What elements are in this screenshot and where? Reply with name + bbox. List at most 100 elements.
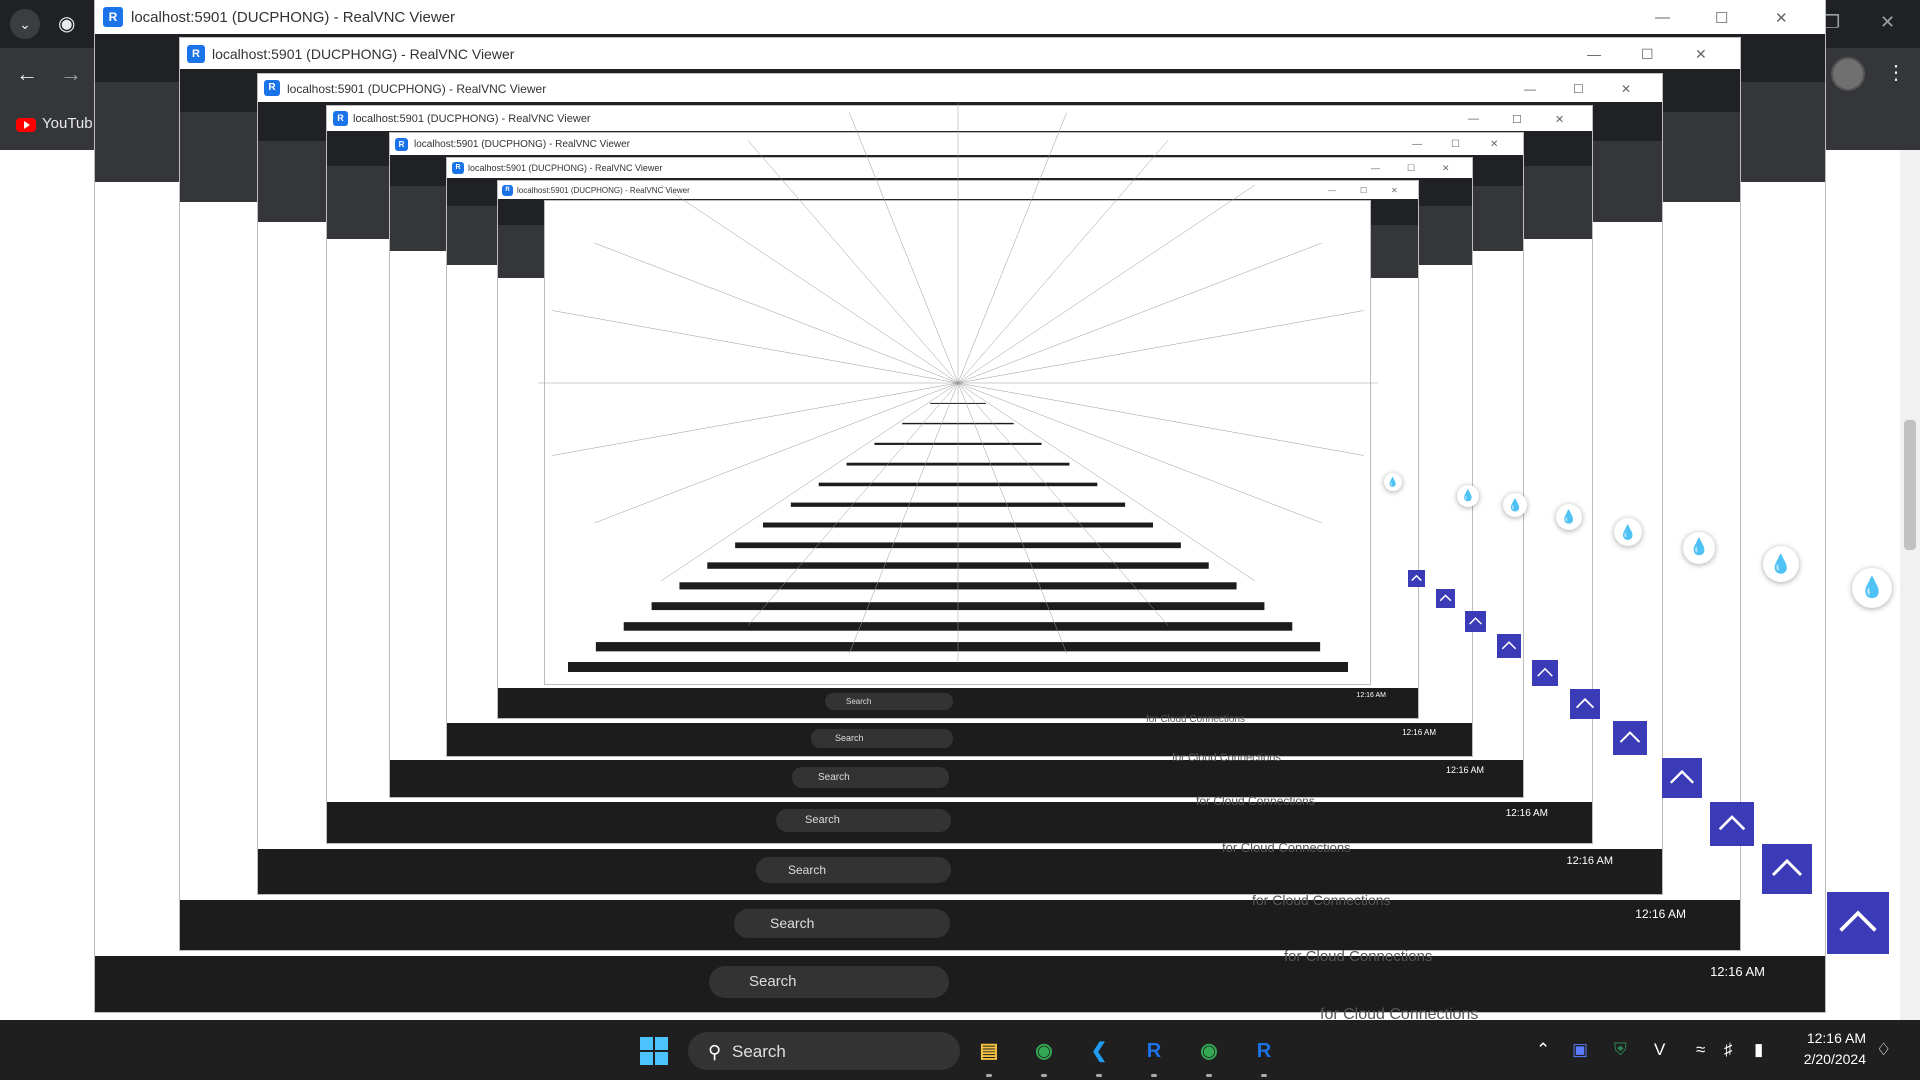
vnc-window-title: localhost:5901 (DUCPHONG) - RealVNC View… [414,139,630,150]
taskbar-search-box[interactable]: ⚲ Search [688,1032,960,1070]
close-icon[interactable]: ✕ [1621,82,1631,96]
inner-browser-toolbar [545,240,1370,288]
realvnc-logo-icon: R [395,138,408,151]
inner-taskbar: Search 12:16 AM [545,657,1370,684]
water-drop-icon[interactable]: 💧 [1457,485,1479,507]
chrome-icon[interactable]: ◉ [1192,1034,1226,1068]
minimize-icon[interactable]: — [1655,9,1670,26]
vee-icon[interactable]: V [1654,1040,1665,1060]
maximize-icon[interactable]: ❐ [1824,12,1840,33]
inner-search-box[interactable]: Search [838,662,952,677]
vnc-titlebar[interactable]: Rlocalhost:5901 (DUCPHONG) - RealVNC Vie… [498,181,1418,200]
minimize-icon[interactable]: — [1328,186,1336,195]
inner-search-box[interactable]: Search [811,729,953,748]
minimize-icon[interactable]: — [1412,139,1422,150]
scroll-to-top-button[interactable] [1497,634,1521,658]
water-drop-icon[interactable]: 💧 [1614,518,1642,546]
inner-search-box[interactable]: Search [709,966,949,998]
maximize-icon[interactable]: ☐ [1451,139,1460,150]
start-button[interactable] [640,1037,668,1065]
chevron-up-icon [1411,574,1422,582]
minimize-icon[interactable]: — [1371,163,1380,173]
inner-search-box[interactable]: Search [792,767,949,788]
scroll-to-top-button[interactable] [1532,660,1558,686]
close-icon[interactable]: ✕ [1442,163,1450,174]
chrome-icon[interactable]: ◉ [1027,1034,1061,1068]
vnc-window-title: localhost:5901 (DUCPHONG) - RealVNC View… [212,46,515,62]
close-icon[interactable]: ✕ [1490,139,1498,150]
inner-search-box[interactable]: Search [776,809,951,832]
inner-clock-time: 12:16 AM [1356,692,1386,699]
realvnc-icon[interactable]: R [1137,1034,1171,1068]
cloud-connections-text: for Cloud Connections [1146,714,1245,725]
scroll-to-top-button[interactable] [1762,844,1812,894]
close-icon[interactable]: ✕ [1346,205,1352,213]
page-scrollbar[interactable] [1900,150,1920,1020]
maximize-icon[interactable]: ☐ [1641,46,1654,63]
close-icon[interactable]: ✕ [1555,113,1564,126]
inner-search-box[interactable]: Search [756,857,951,883]
profile-avatar[interactable] [1831,57,1865,91]
forward-arrow-icon[interactable]: → [60,63,82,85]
vnc-titlebar[interactable]: Rlocalhost:5901 (DUCPHONG) - RealVNC Vie… [447,158,1472,179]
vnc-titlebar[interactable]: Rlocalhost:5901 (DUCPHONG) - RealVNC Vie… [258,74,1662,103]
maximize-icon[interactable]: ☐ [1407,163,1415,174]
scroll-to-top-button[interactable] [1710,802,1754,846]
folder-icon[interactable]: ▤ [972,1034,1006,1068]
realvnc-logo-icon: R [502,185,513,196]
menu-kebab-icon[interactable]: ⋮ [1886,62,1906,84]
scroll-to-top-button[interactable] [1570,689,1600,719]
wifi-icon[interactable]: ≈ [1696,1040,1705,1060]
inner-search-box[interactable]: Search [734,909,950,938]
maximize-icon[interactable]: ☐ [1573,82,1584,96]
maximize-icon[interactable]: ☐ [1512,113,1522,126]
scroll-to-top-button[interactable] [1465,611,1486,632]
vnc-viewer-window[interactable]: Rlocalhost:5901 (DUCPHONG) - RealVNC Vie… [545,201,1370,684]
volume-icon[interactable]: ♯ [1724,1040,1733,1060]
vnc-titlebar[interactable]: Rlocalhost:5901 (DUCPHONG) - RealVNC Vie… [95,0,1825,35]
security-shield-icon[interactable]: ⛨ [1614,1040,1627,1060]
vscode-icon[interactable]: ❮ [1082,1034,1116,1068]
close-icon[interactable]: ✕ [1880,12,1895,33]
chevron-up-icon[interactable]: ⌃ [1536,1040,1550,1060]
water-drop-icon[interactable]: 💧 [1384,473,1402,491]
minimize-icon[interactable]: — [1587,46,1601,62]
water-drop-icon[interactable]: 💧 [1763,546,1799,582]
vnc-titlebar[interactable]: Rlocalhost:5901 (DUCPHONG) - RealVNC Vie… [390,133,1523,156]
close-icon[interactable]: ✕ [1775,9,1788,27]
vnc-titlebar[interactable]: Rlocalhost:5901 (DUCPHONG) - RealVNC Vie… [327,106,1592,132]
water-drop-icon[interactable]: 💧 [1852,568,1892,608]
maximize-icon[interactable]: ☐ [1318,205,1324,213]
water-drop-icon[interactable]: 💧 [1503,493,1527,517]
back-arrow-icon[interactable]: ← [16,63,38,85]
maximize-icon[interactable]: ☐ [1360,186,1367,195]
water-drop-icon[interactable]: 💧 [1683,532,1715,564]
close-icon[interactable]: ✕ [1391,186,1398,195]
clock-date[interactable]: 2/20/2024 [1791,1051,1866,1067]
maximize-icon[interactable]: ☐ [1715,9,1728,27]
scroll-to-top-button[interactable] [1613,721,1647,755]
scroll-to-top-button[interactable] [1408,570,1425,587]
github-icon[interactable]: ◉ [58,13,75,35]
scroll-to-top-button[interactable] [1436,589,1455,608]
battery-icon[interactable]: ▮ [1754,1040,1763,1060]
vnc-window-title: localhost:5901 (DUCPHONG) - RealVNC View… [353,113,591,125]
water-drop-icon[interactable]: 💧 [1556,504,1582,530]
realvnc-icon[interactable]: R [1247,1034,1281,1068]
vnc-titlebar[interactable]: Rlocalhost:5901 (DUCPHONG) - RealVNC Vie… [545,201,1370,218]
page-scrollbar-thumb[interactable] [1904,420,1916,550]
running-indicator [986,1074,992,1077]
scroll-to-top-button[interactable] [1662,758,1702,798]
close-icon[interactable]: ✕ [1695,46,1707,63]
minimize-icon[interactable]: — [1468,113,1479,125]
minimize-icon[interactable]: — [1524,82,1536,96]
clock-time[interactable]: 12:16 AM [1796,1030,1866,1046]
scroll-to-top-button[interactable] [1827,892,1889,954]
vnc-titlebar[interactable]: Rlocalhost:5901 (DUCPHONG) - RealVNC Vie… [180,38,1740,70]
notification-bell-icon[interactable]: ♢ [1876,1040,1891,1060]
inner-search-box[interactable]: Search [825,693,953,710]
bookmark-youtube[interactable]: YouTub [42,115,93,132]
minimize-icon[interactable]: — [1289,205,1296,212]
teams-icon[interactable]: ▣ [1572,1040,1588,1060]
tab-search-button[interactable]: ⌄ [10,9,40,39]
